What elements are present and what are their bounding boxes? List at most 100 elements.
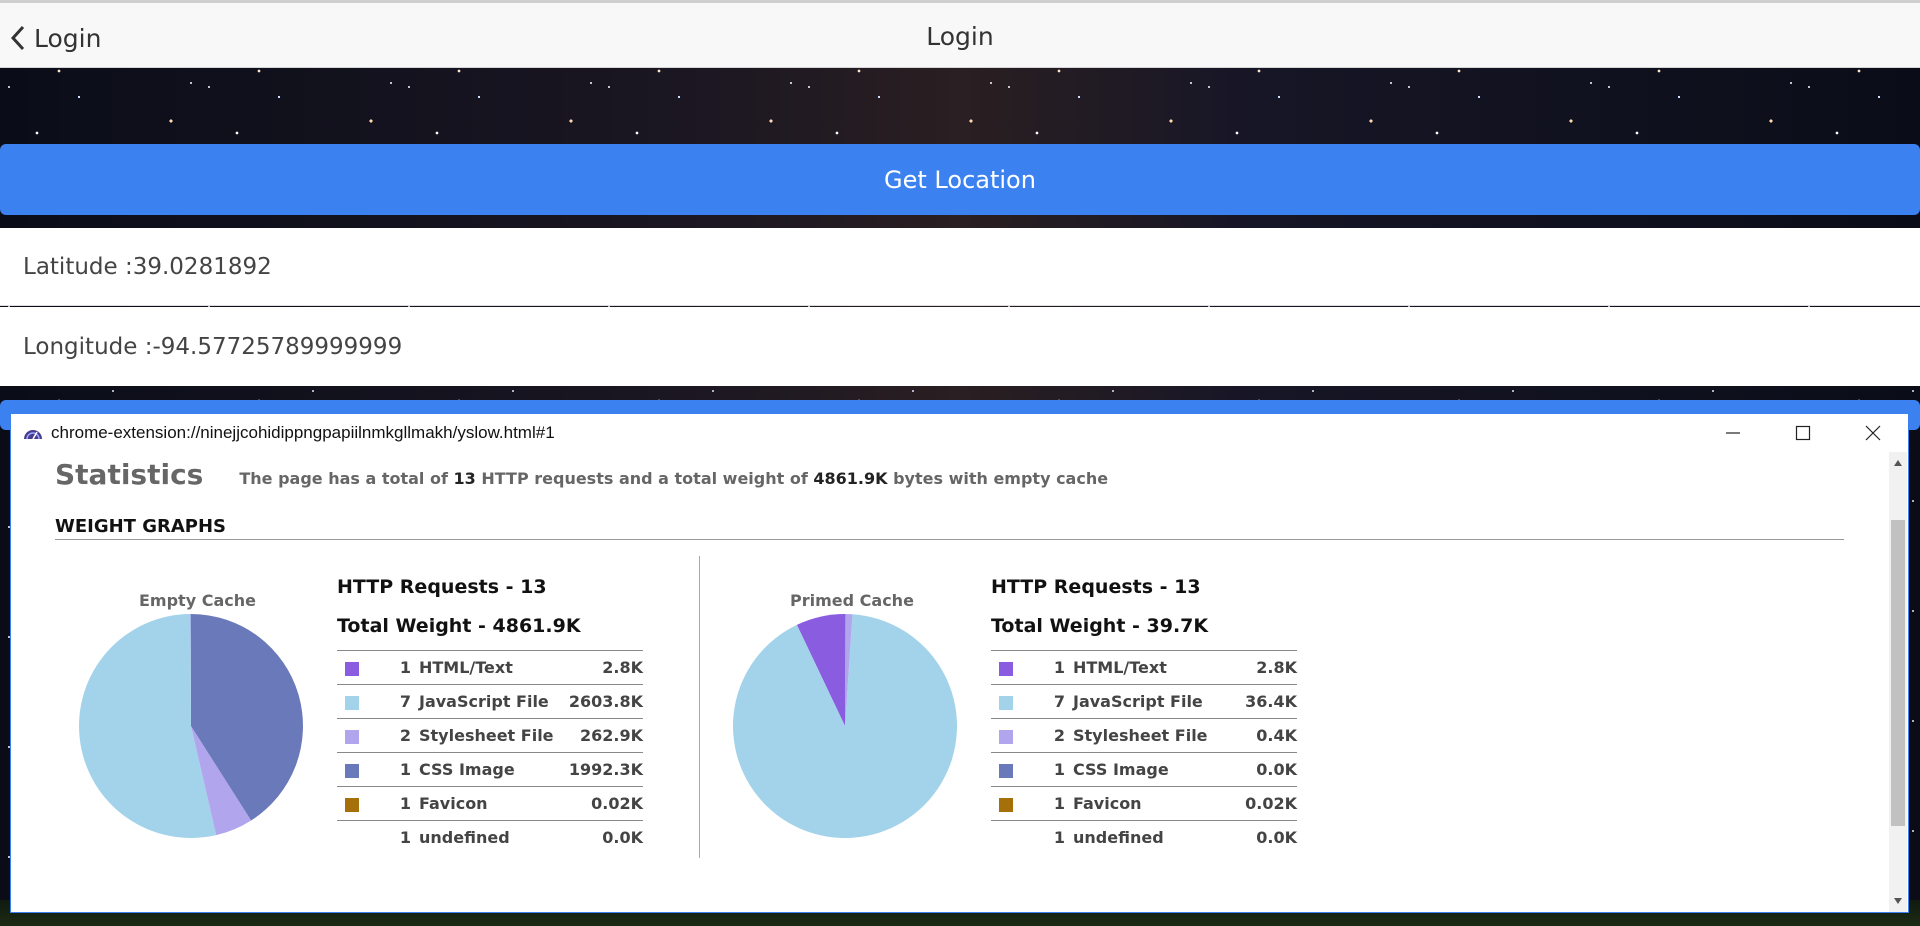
- primed-cache-pie-chart: [733, 614, 957, 838]
- weight-table-row: 1 CSS Image 1992.3K: [337, 752, 643, 787]
- legend-swatch-cell: [337, 786, 381, 821]
- statistics-summary: The page has a total of 13 HTTP requests…: [239, 469, 1108, 488]
- row-label: Favicon: [1073, 786, 1235, 821]
- weight-table-row: 1 CSS Image 0.0K: [991, 752, 1297, 787]
- window-url: chrome-extension://ninejjcohidippngpapii…: [51, 423, 555, 442]
- longitude-row: Longitude :-94.57725789999999: [0, 307, 1920, 386]
- empty-cache-weight: Total Weight - 4861.9K: [337, 615, 581, 637]
- panel-divider: [699, 556, 700, 858]
- row-count: 1: [1035, 786, 1073, 821]
- primed-cache-requests: HTTP Requests - 13: [991, 576, 1201, 598]
- legend-swatch-cell: [337, 650, 381, 685]
- row-label: Stylesheet File: [419, 718, 564, 753]
- row-value: 0.02K: [563, 786, 643, 821]
- legend-swatch-cell: [337, 718, 381, 753]
- weight-table-row: 1 HTML/Text 2.8K: [337, 650, 643, 685]
- weight-graphs-rule: [55, 539, 1844, 540]
- yslow-gauge-icon: [24, 430, 42, 440]
- legend-swatch: [999, 763, 1013, 778]
- window-titlebar[interactable]: chrome-extension://ninejjcohidippngpapii…: [11, 414, 1908, 452]
- legend-swatch: [999, 661, 1013, 676]
- row-label: undefined: [1073, 820, 1235, 854]
- row-value: 36.4K: [1234, 684, 1297, 719]
- legend-swatch-cell: [991, 786, 1035, 821]
- row-label: undefined: [419, 820, 564, 854]
- legend-swatch: [345, 763, 359, 778]
- summary-requests: 13: [453, 469, 476, 488]
- legend-swatch-cell: [991, 650, 1035, 685]
- row-count: 1: [381, 820, 419, 854]
- legend-swatch-cell: [337, 820, 381, 854]
- close-button[interactable]: [1838, 414, 1908, 452]
- row-label: JavaScript File: [419, 684, 564, 719]
- legend-swatch-cell: [337, 684, 381, 719]
- row-count: 1: [1035, 820, 1073, 854]
- yslow-popup-window: chrome-extension://ninejjcohidippngpapii…: [10, 413, 1909, 913]
- minimize-button[interactable]: [1698, 414, 1768, 452]
- legend-swatch: [345, 661, 359, 676]
- close-icon: [1865, 425, 1881, 441]
- caret-up-icon: [1894, 460, 1902, 466]
- legend-swatch-cell: [337, 752, 381, 787]
- weight-table-row: 1 undefined 0.0K: [991, 820, 1297, 854]
- caret-down-icon: [1894, 898, 1902, 904]
- row-label: Stylesheet File: [1073, 718, 1235, 753]
- primed-cache-panel: HTTP Requests - 13 Total Weight - 39.7K …: [991, 570, 1301, 854]
- statistics-header: Statistics The page has a total of 13 HT…: [55, 458, 1108, 491]
- scroll-up-arrow[interactable]: [1889, 454, 1907, 472]
- row-value: 1992.3K: [563, 752, 643, 787]
- get-location-button[interactable]: Get Location: [0, 144, 1920, 215]
- legend-swatch-cell: [991, 684, 1035, 719]
- weight-table-row: 2 Stylesheet File 262.9K: [337, 718, 643, 753]
- row-value: 2603.8K: [563, 684, 643, 719]
- legend-swatch: [345, 729, 359, 744]
- latitude-row: Latitude :39.0281892: [0, 228, 1920, 306]
- row-count: 1: [1035, 650, 1073, 685]
- minimize-icon: [1726, 432, 1740, 434]
- statistics-title: Statistics: [55, 458, 204, 491]
- primed-cache-weight: Total Weight - 39.7K: [991, 615, 1209, 637]
- legend-swatch: [999, 729, 1013, 744]
- weight-table-row: 1 undefined 0.0K: [337, 820, 643, 854]
- empty-cache-requests: HTTP Requests - 13: [337, 576, 547, 598]
- row-count: 1: [1035, 752, 1073, 787]
- legend-swatch-cell: [991, 718, 1035, 753]
- row-count: 7: [381, 684, 419, 719]
- maximize-button[interactable]: [1768, 414, 1838, 452]
- legend-swatch: [345, 797, 359, 812]
- popup-content: Statistics The page has a total of 13 HT…: [11, 452, 1881, 912]
- empty-cache-pie-chart: [79, 614, 304, 838]
- summary-text-3: bytes with empty cache: [893, 469, 1109, 488]
- row-label: CSS Image: [1073, 752, 1235, 787]
- weight-table-row: 7 JavaScript File 2603.8K: [337, 684, 643, 719]
- summary-text-2: HTTP requests and a total weight of: [481, 469, 808, 488]
- scroll-down-arrow[interactable]: [1889, 892, 1907, 910]
- weight-table-row: 7 JavaScript File 36.4K: [991, 684, 1297, 719]
- vertical-scrollbar[interactable]: [1889, 452, 1907, 912]
- legend-swatch: [999, 797, 1013, 812]
- maximize-icon: [1795, 425, 1811, 441]
- weight-table-row: 1 Favicon 0.02K: [991, 786, 1297, 821]
- row-value: 0.4K: [1234, 718, 1297, 753]
- legend-swatch-cell: [991, 752, 1035, 787]
- row-count: 2: [1035, 718, 1073, 753]
- row-label: JavaScript File: [1073, 684, 1235, 719]
- row-label: CSS Image: [419, 752, 564, 787]
- row-value: 0.0K: [563, 820, 643, 854]
- summary-weight: 4861.9K: [813, 469, 888, 488]
- app-header: Login Login: [0, 0, 1920, 68]
- page-title: Login: [926, 22, 994, 51]
- row-count: 7: [1035, 684, 1073, 719]
- scrollbar-thumb[interactable]: [1891, 520, 1905, 826]
- weight-graphs-title: WEIGHT GRAPHS: [55, 516, 227, 537]
- row-value: 2.8K: [1234, 650, 1297, 685]
- row-count: 1: [381, 786, 419, 821]
- legend-swatch-cell: [991, 820, 1035, 854]
- row-label: Favicon: [419, 786, 564, 821]
- row-value: 2.8K: [563, 650, 643, 685]
- empty-cache-caption: Empty Cache: [139, 591, 256, 610]
- row-count: 1: [381, 752, 419, 787]
- row-label: HTML/Text: [419, 650, 564, 685]
- row-value: 0.02K: [1234, 786, 1297, 821]
- summary-text-1: The page has a total of: [239, 469, 448, 488]
